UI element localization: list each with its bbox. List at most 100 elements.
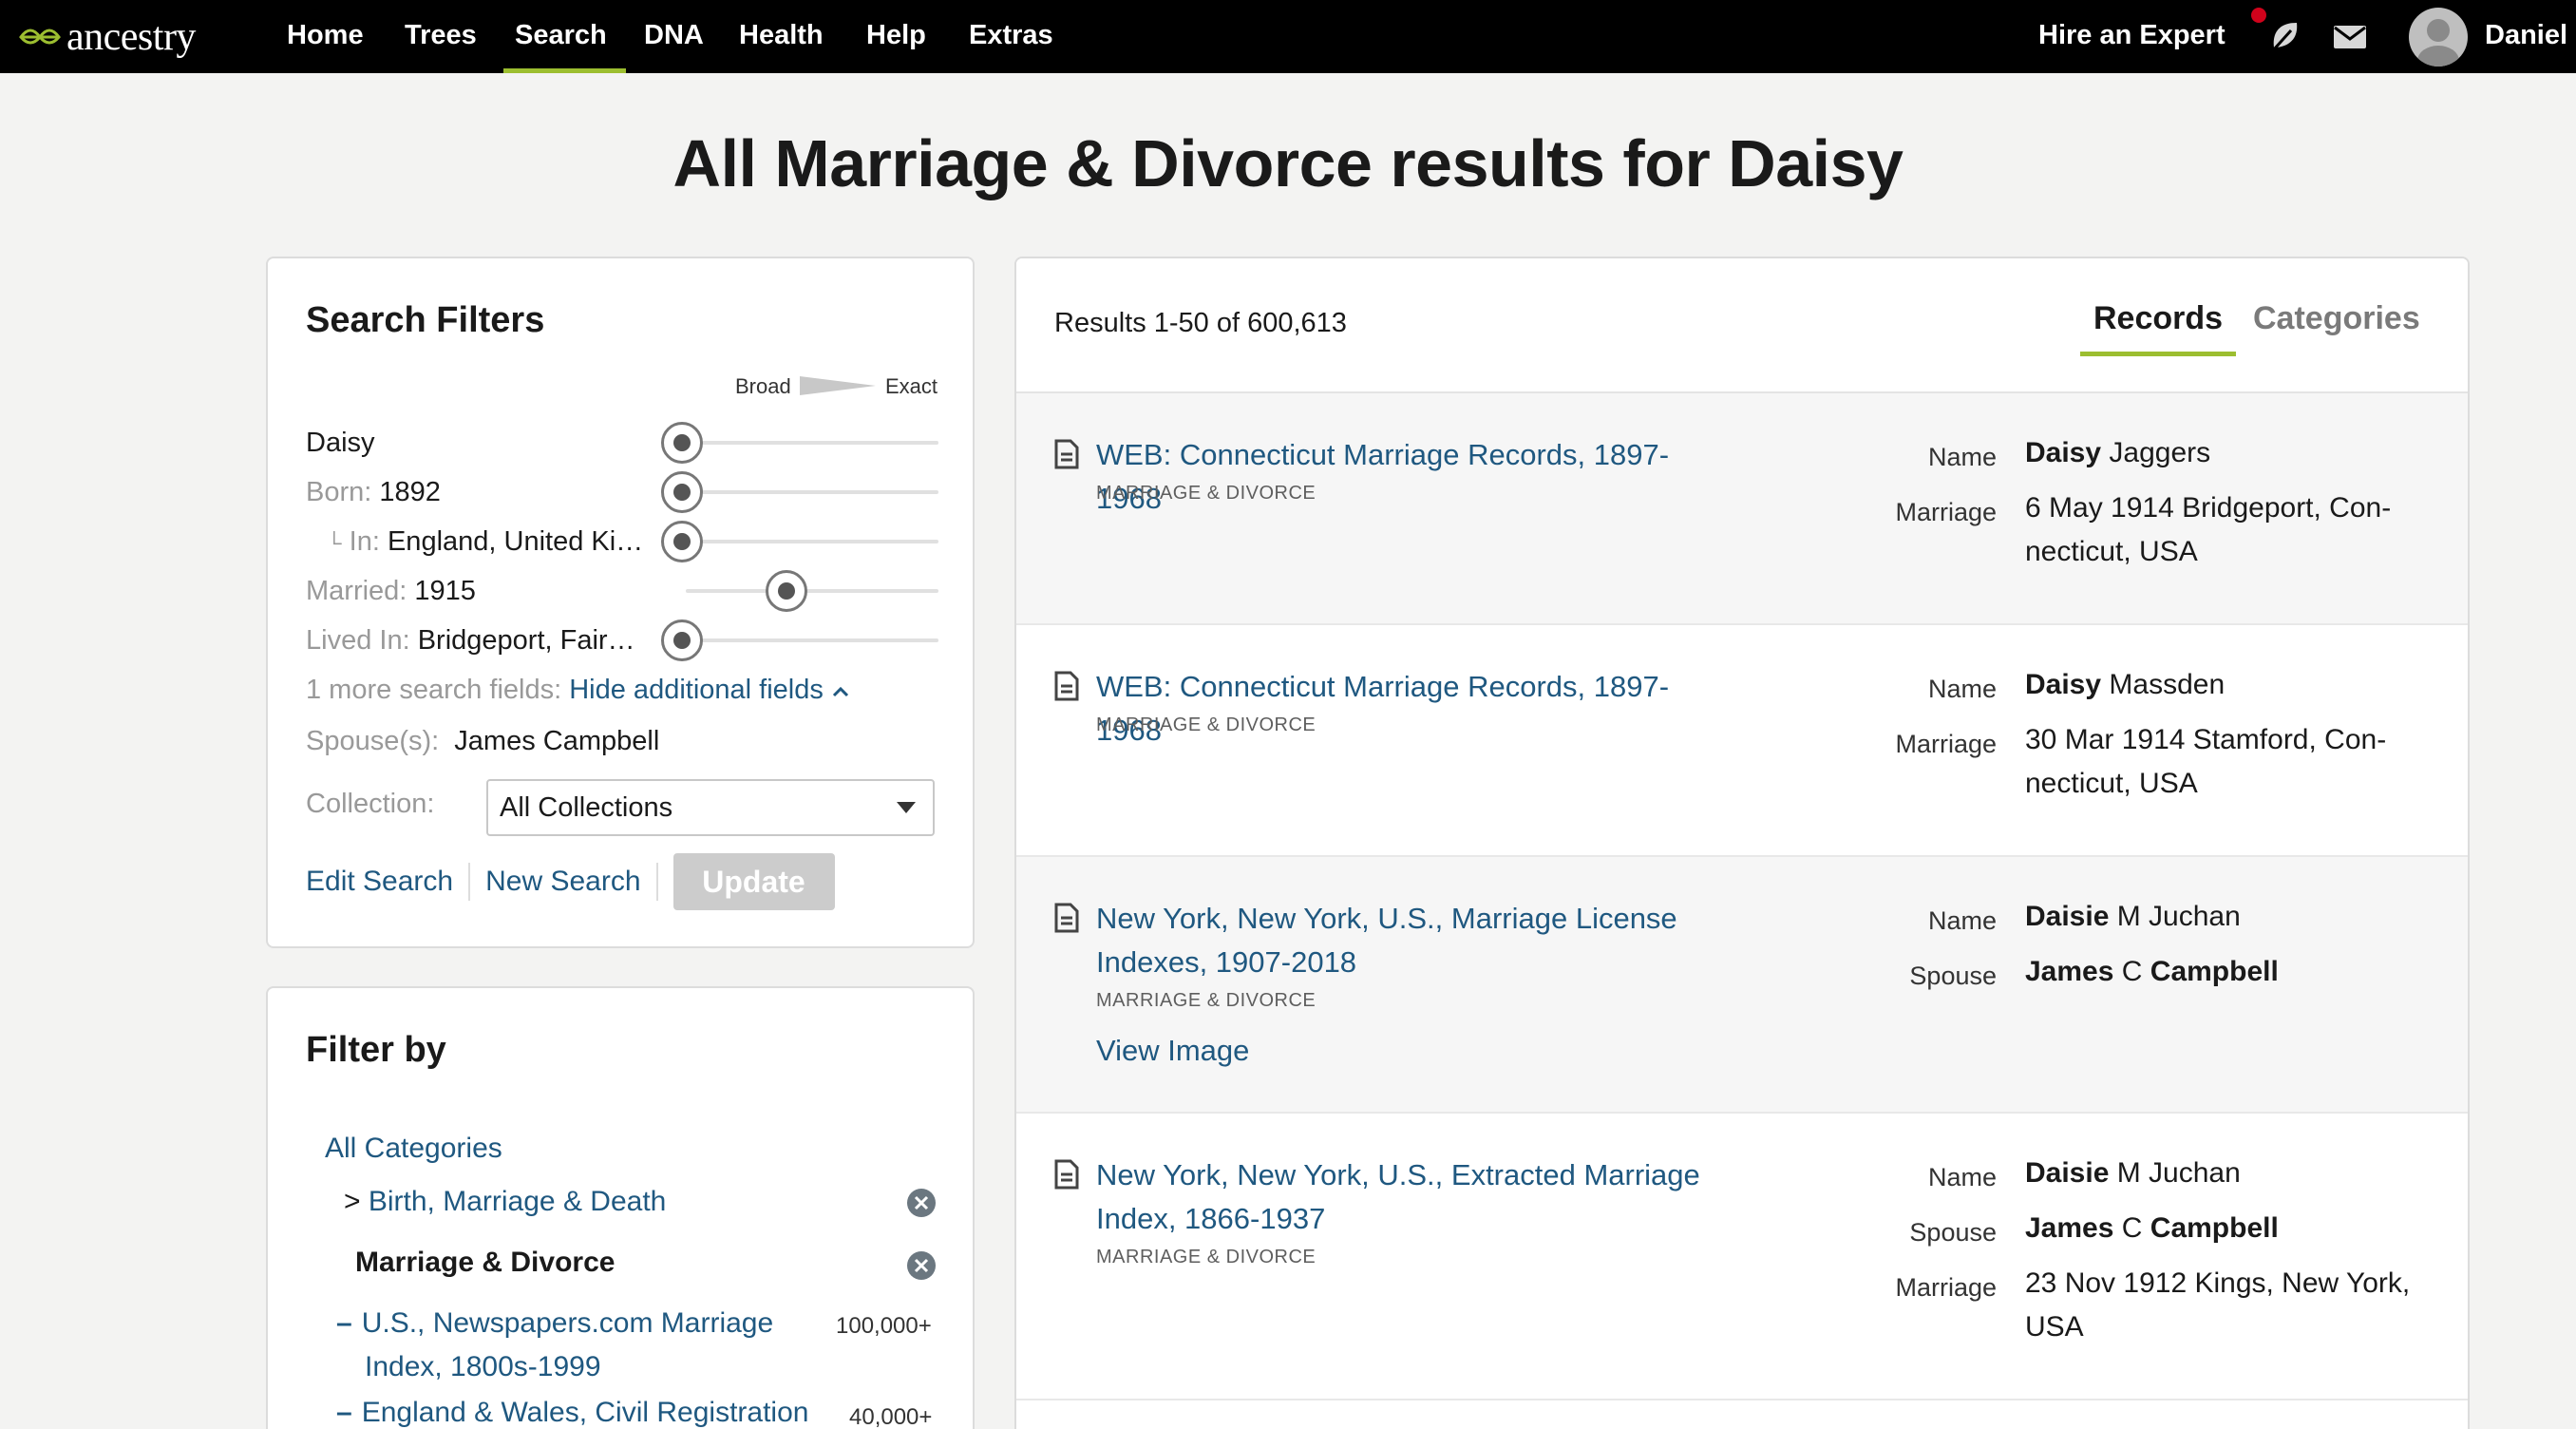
field-label-name: Name bbox=[1927, 443, 1997, 471]
lived-in-slider-track[interactable] bbox=[667, 638, 938, 642]
broad-exact-wedge-icon bbox=[800, 376, 876, 395]
user-name[interactable]: Daniel bbox=[2485, 0, 2567, 71]
record-title-link[interactable]: New York, New York, U.S., Marriage Licen… bbox=[1096, 897, 1704, 984]
marriage-line1: 6 May 1914 Bridgeport, Con- bbox=[2025, 492, 2392, 524]
collection-selected-value: All Collections bbox=[500, 792, 673, 823]
filter-row-married: Married: 1915 bbox=[306, 576, 476, 607]
record-title-link[interactable]: WEB: Connecticut Marriage Records, 1897-… bbox=[1096, 433, 1704, 521]
exact-label: Exact bbox=[885, 374, 938, 398]
spouse-mid: C bbox=[2121, 956, 2143, 987]
nav-help[interactable]: Help bbox=[866, 0, 926, 73]
new-search-link[interactable]: New Search bbox=[485, 866, 640, 898]
name-value: Daisy bbox=[306, 428, 375, 458]
document-icon bbox=[1054, 1159, 1079, 1190]
record-title-line2: Index, 1866-1937 bbox=[1096, 1202, 1326, 1235]
born-slider-handle[interactable] bbox=[661, 471, 703, 513]
filter-row-spouse: Spouse(s): James Campbell bbox=[306, 726, 659, 757]
field-value-name: Daisy Massden bbox=[2025, 663, 2424, 707]
record-title-link[interactable]: New York, New York, U.S., Extracted Marr… bbox=[1096, 1153, 1704, 1241]
broad-label: Broad bbox=[735, 374, 791, 398]
collection-label: Collection: bbox=[306, 789, 435, 819]
top-navigation-bar: ancestry Home Trees Search DNA Health He… bbox=[0, 0, 2576, 73]
collection-count: 40,000+ bbox=[849, 1404, 933, 1429]
filter-row-birthplace: └ In: England, United Ki… bbox=[327, 526, 643, 558]
field-label-marriage: Marriage bbox=[1895, 1273, 1997, 1302]
divider bbox=[655, 863, 658, 901]
update-button[interactable]: Update bbox=[672, 853, 835, 910]
view-image-link[interactable]: View Image bbox=[1096, 1034, 1249, 1068]
spouse-first: James bbox=[2025, 1212, 2114, 1244]
name-slider-track[interactable] bbox=[667, 441, 938, 445]
notification-dot bbox=[2251, 8, 2266, 23]
tab-categories[interactable]: Categories bbox=[2253, 300, 2420, 337]
surname: Massden bbox=[2109, 669, 2226, 700]
field-value-spouse: James C Campbell bbox=[2025, 950, 2424, 994]
record-category: MARRIAGE & DIVORCE bbox=[1096, 483, 1316, 504]
mail-icon[interactable] bbox=[2333, 25, 2367, 49]
born-slider-track[interactable] bbox=[667, 490, 938, 494]
field-label-name: Name bbox=[1927, 1163, 1997, 1191]
lived-in-slider-handle[interactable] bbox=[661, 619, 703, 661]
field-value-marriage: 6 May 1914 Bridgeport, Con- necticut, US… bbox=[2025, 486, 2424, 574]
chevron-up-icon[interactable] bbox=[831, 685, 850, 698]
born-value: 1892 bbox=[379, 477, 441, 507]
search-actions: Edit Search New Search Update bbox=[306, 853, 835, 910]
result-row: New York, New York, U.S., Marriage Licen… bbox=[1016, 857, 2468, 1114]
field-label-spouse: Spouse bbox=[1909, 962, 1997, 990]
spouse-value: James Campbell bbox=[454, 726, 660, 756]
field-value-marriage: 30 Mar 1914 Stamford, Con- necticut, USA bbox=[2025, 718, 2424, 806]
sub-arrow-icon: └ bbox=[327, 531, 342, 555]
avatar[interactable] bbox=[2409, 8, 2468, 67]
field-label-marriage: Marriage bbox=[1895, 498, 1997, 526]
marriage-line2: necticut, USA bbox=[2025, 536, 2198, 567]
name-slider-handle[interactable] bbox=[661, 422, 703, 464]
surname: M Juchan bbox=[2116, 901, 2241, 932]
nav-health[interactable]: Health bbox=[739, 0, 824, 73]
field-label-name: Name bbox=[1927, 675, 1997, 703]
field-value-name: Daisie M Juchan bbox=[2025, 1152, 2424, 1195]
married-slider-track[interactable] bbox=[686, 589, 938, 593]
remove-filter-icon[interactable] bbox=[906, 1188, 937, 1218]
field-value-marriage: 23 Nov 1912 Kings, New York, USA bbox=[2025, 1262, 2424, 1349]
dash-icon: – bbox=[336, 1307, 352, 1339]
nav-search[interactable]: Search bbox=[503, 0, 626, 73]
all-categories-link[interactable]: All Categories bbox=[325, 1133, 502, 1165]
edit-search-link[interactable]: Edit Search bbox=[306, 866, 453, 898]
nav-trees[interactable]: Trees bbox=[405, 0, 477, 73]
filter-by-panel: Filter by All Categories > Birth, Marria… bbox=[266, 986, 975, 1429]
record-title-link[interactable]: WEB: Connecticut Marriage Records, 1897-… bbox=[1096, 665, 1704, 753]
marriage-divorce-category: Marriage & Divorce bbox=[355, 1247, 616, 1278]
nav-extras[interactable]: Extras bbox=[969, 0, 1053, 73]
marriage-line1: 23 Nov 1912 Kings, New York, bbox=[2025, 1267, 2411, 1299]
search-filters-heading: Search Filters bbox=[306, 300, 545, 340]
filter-row-name: Daisy bbox=[306, 428, 375, 459]
nav-home[interactable]: Home bbox=[287, 0, 364, 73]
ancestry-logo[interactable]: ancestry bbox=[19, 11, 196, 63]
given-name: Daisie bbox=[2025, 901, 2110, 932]
hints-leaf-icon[interactable] bbox=[2268, 19, 2302, 53]
search-filters-panel: Search Filters Broad Exact Daisy Born: 1… bbox=[266, 257, 975, 948]
hide-additional-fields-link[interactable]: Hide additional fields bbox=[569, 675, 824, 705]
birthplace-slider-track[interactable] bbox=[667, 540, 938, 543]
tab-records[interactable]: Records bbox=[2079, 300, 2237, 356]
result-row: WEB: Connecticut Marriage Records, 1897-… bbox=[1016, 393, 2468, 625]
more-fields-text: 1 more search fields: bbox=[306, 675, 562, 705]
field-label-name: Name bbox=[1927, 906, 1997, 935]
hire-an-expert-link[interactable]: Hire an Expert bbox=[2038, 0, 2226, 71]
birthplace-slider-handle[interactable] bbox=[661, 521, 703, 562]
given-name: Daisie bbox=[2025, 1157, 2110, 1189]
marriage-line1: 30 Mar 1914 Stamford, Con- bbox=[2025, 724, 2387, 755]
collection-select[interactable]: All Collections bbox=[486, 779, 935, 836]
collection-item[interactable]: – England & Wales, Civil Registration bbox=[336, 1397, 808, 1429]
given-name: Daisy bbox=[2025, 669, 2102, 700]
page-title: All Marriage & Divorce results for Daisy bbox=[672, 126, 1904, 200]
nav-dna[interactable]: DNA bbox=[644, 0, 704, 73]
remove-filter-icon[interactable] bbox=[906, 1250, 937, 1281]
marriage-line2: necticut, USA bbox=[2025, 768, 2198, 799]
record-category: MARRIAGE & DIVORCE bbox=[1096, 714, 1316, 735]
field-value-name: Daisie M Juchan bbox=[2025, 895, 2424, 939]
collection-item[interactable]: – U.S., Newspapers.com Marriage Index, 18… bbox=[336, 1302, 773, 1389]
document-icon bbox=[1054, 439, 1079, 469]
birth-marriage-death-link[interactable]: Birth, Marriage & Death bbox=[369, 1186, 666, 1217]
married-slider-handle[interactable] bbox=[766, 570, 807, 612]
